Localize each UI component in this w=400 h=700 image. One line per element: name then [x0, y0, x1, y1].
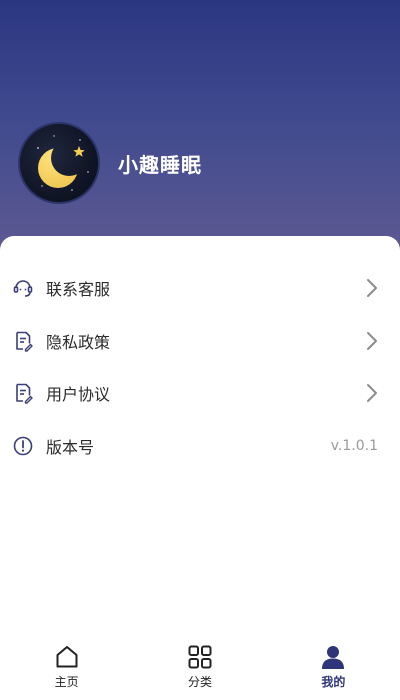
grid-icon — [187, 643, 213, 671]
home-icon — [54, 643, 80, 671]
menu-item-label: 版本号 — [46, 437, 95, 457]
avatar[interactable] — [18, 122, 100, 204]
menu-item-user-agreement[interactable]: 用户协议 — [0, 367, 400, 420]
chevron-right-icon — [367, 279, 377, 298]
tab-category[interactable]: 分类 — [133, 640, 266, 700]
tab-label: 分类 — [187, 675, 212, 689]
menu-item-privacy-policy[interactable]: 隐私政策 — [0, 315, 400, 368]
menu-item-label: 用户协议 — [46, 385, 111, 405]
info-circle-icon — [12, 435, 34, 457]
chevron-right-icon — [367, 331, 377, 350]
app-name: 小趣睡眠 — [118, 152, 202, 177]
document-edit-icon — [12, 382, 34, 404]
menu-item-label: 联系客服 — [46, 280, 111, 300]
moon-star-icon — [20, 124, 98, 202]
customer-service-icon — [12, 277, 34, 299]
menu-item-customer-service[interactable]: 联系客服 — [0, 262, 400, 315]
tab-label: 主页 — [54, 675, 79, 689]
bottom-tab-bar: 主页 分类 我的 — [0, 640, 400, 700]
menu-list: 联系客服 隐私政策 用户协议 版本号 v.1.0.1 — [0, 262, 400, 472]
tab-label: 我的 — [321, 675, 346, 689]
user-icon — [320, 643, 346, 671]
version-number: v.1.0.1 — [330, 437, 378, 454]
menu-item-label: 隐私政策 — [46, 332, 111, 352]
tab-home[interactable]: 主页 — [0, 640, 133, 700]
profile-section: 小趣睡眠 — [18, 122, 202, 204]
menu-item-version: 版本号 v.1.0.1 — [0, 420, 400, 473]
chevron-right-icon — [367, 384, 377, 403]
profile-header: 小趣睡眠 — [0, 0, 400, 260]
document-edit-icon — [12, 330, 34, 352]
menu-card: 联系客服 隐私政策 用户协议 版本号 v.1.0.1 — [0, 236, 400, 700]
profile-screen: 小趣睡眠 联系客服 隐私政策 用户协议 版本号 v.1.0.1 主页 分类 我的 — [0, 0, 400, 700]
tab-mine[interactable]: 我的 — [267, 640, 400, 700]
